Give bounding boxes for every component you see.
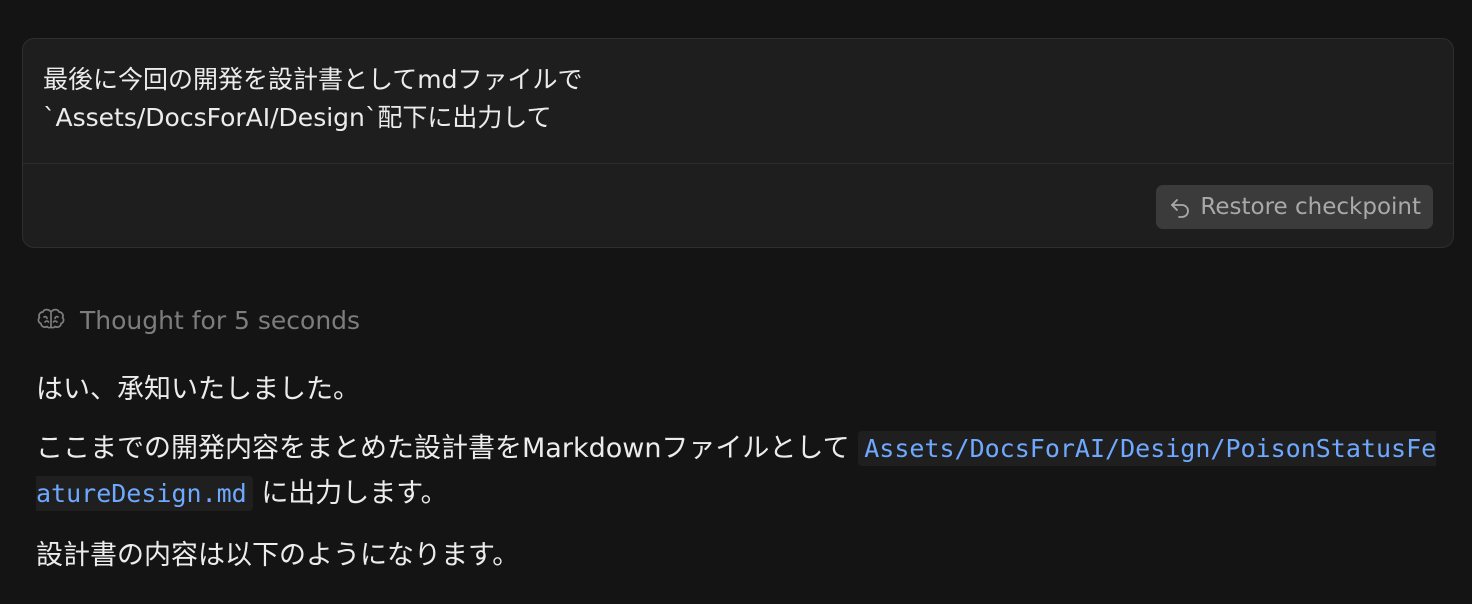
thought-label: Thought for 5 seconds bbox=[80, 305, 361, 335]
paragraph-2-text-after: に出力します。 bbox=[261, 478, 448, 509]
response-paragraph-2: ここまでの開発内容をまとめた設計書をMarkdownファイルとして Assets… bbox=[36, 426, 1438, 516]
user-message-card: 最後に今回の開発を設計書としてmdファイルで `Assets/DocsForAI… bbox=[22, 38, 1454, 248]
paragraph-2-text-before: ここまでの開発内容をまとめた設計書をMarkdownファイルとして bbox=[36, 433, 850, 464]
undo-arrow-icon bbox=[1168, 195, 1192, 219]
response-paragraph-1: はい、承知いたしました。 bbox=[36, 374, 360, 405]
brain-icon bbox=[36, 307, 66, 333]
assistant-response: はい、承知いたしました。 ここまでの開発内容をまとめた設計書をMarkdownフ… bbox=[36, 366, 1438, 580]
restore-checkpoint-button[interactable]: Restore checkpoint bbox=[1156, 185, 1433, 229]
card-divider bbox=[23, 163, 1453, 164]
restore-checkpoint-label: Restore checkpoint bbox=[1200, 194, 1421, 220]
response-paragraph-3: 設計書の内容は以下のようになります。 bbox=[36, 540, 520, 571]
user-message-text: 最後に今回の開発を設計書としてmdファイルで `Assets/DocsForAI… bbox=[43, 65, 583, 132]
thought-toggle[interactable]: Thought for 5 seconds bbox=[36, 300, 360, 340]
